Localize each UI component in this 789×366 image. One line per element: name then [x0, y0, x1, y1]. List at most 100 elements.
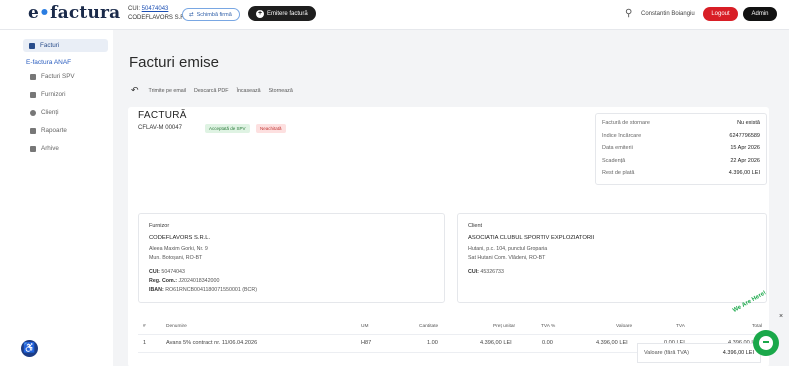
summary-value: 15 Apr 2026: [730, 145, 760, 152]
cell-value: 4.396,00 LEI: [596, 340, 628, 346]
summary-row: Scadență 22 Apr 2026: [602, 155, 760, 168]
total-label: Valoare (fără TVA): [644, 350, 689, 356]
client-cui: CUI: 45326733: [468, 268, 756, 277]
client-address-2: Sat Hutani Com. Vlădeni, RO-BT: [468, 255, 546, 261]
summary-label: Indice încărcare: [602, 132, 642, 139]
accessibility-button[interactable]: ♿: [21, 340, 38, 357]
suppliers-icon: [30, 91, 36, 98]
clients-icon: [30, 109, 36, 116]
change-company-button[interactable]: ⇄ Schimbă firmă: [182, 8, 240, 21]
sidebar-item-label: Facturi: [40, 42, 60, 49]
status-badge-spv: Acceptată de SPV: [205, 124, 250, 133]
plus-icon: +: [256, 9, 264, 18]
cui-value: 45326733: [480, 269, 504, 275]
collect-button[interactable]: Încasează: [236, 88, 260, 94]
cell-description: Avans 5% contract nr. 11/06.04.2026: [166, 340, 258, 346]
invoice-summary: Factură de stornare Nu există Indice încă…: [595, 113, 767, 185]
chat-icon: [759, 336, 773, 350]
reg-value: J2024018342000: [178, 278, 220, 284]
sidebar-item-label: Furnizori: [41, 91, 66, 98]
sidebar-section-efactura[interactable]: E-factura ANAF: [26, 59, 71, 66]
cui-label: CUI:: [149, 269, 160, 275]
summary-label: Scadență: [602, 157, 626, 164]
cell-unit: H87: [361, 340, 372, 346]
change-company-label: Schimbă firmă: [196, 11, 232, 18]
client-heading: Client: [468, 223, 483, 229]
page-title: Facturi emise: [129, 54, 220, 71]
logo-text: factura: [50, 3, 121, 23]
logo-dot: •: [39, 3, 51, 23]
supplier-box: Furnizor CODEFLAVORS S.R.L. Aleea Maxim …: [138, 213, 445, 303]
client-name: ASOCIATIA CLUBUL SPORTIV EXPLOZIATORII: [468, 235, 595, 241]
summary-row: Rest de plată 4.396,00 LEI: [602, 167, 760, 180]
iban-label: IBAN:: [149, 287, 164, 293]
swap-icon: ⇄: [189, 11, 194, 18]
chat-close-button[interactable]: ×: [779, 313, 783, 320]
supplier-name: CODEFLAVORS S.R.L.: [149, 235, 211, 241]
spv-icon: [30, 73, 36, 80]
col-header: Cantitate: [419, 324, 439, 329]
reports-icon: [30, 127, 36, 134]
supplier-heading: Furnizor: [149, 223, 170, 229]
main-content: Facturi emise ↶ Trimite pe email Descarc…: [113, 30, 789, 366]
sidebar-item-facturi-spv[interactable]: Facturi SPV: [24, 70, 75, 83]
cell-quantity: 1.00: [427, 340, 438, 346]
total-without-vat: Valoare (fără TVA) 4.396,00 LEI: [637, 343, 761, 363]
archive-icon: [30, 145, 36, 152]
sidebar-item-label: Rapoarte: [41, 127, 67, 134]
cell-vat-rate: 0.00: [542, 340, 553, 346]
invoice-actions: ↶ Trimite pe email Descarcă PDF Încaseaz…: [131, 85, 293, 96]
accessibility-icon: ♿: [23, 343, 36, 354]
cell-unit-price: 4.396,00 LEI: [480, 340, 512, 346]
summary-row: Indice încărcare 6247796589: [602, 130, 760, 143]
client-box: Client ASOCIATIA CLUBUL SPORTIV EXPLOZIA…: [457, 213, 767, 303]
invoice-number: CFLAV-M 00047: [138, 125, 182, 131]
col-header: Total: [752, 324, 763, 329]
total-value: 4.396,00 LEI: [722, 350, 754, 356]
sidebar-item-label: Arhive: [41, 145, 59, 152]
summary-value: 4.396,00 LEI: [728, 170, 760, 177]
sidebar-item-facturi[interactable]: Facturi: [23, 39, 108, 52]
chat-button[interactable]: [753, 330, 779, 356]
logout-button[interactable]: Logout: [703, 7, 738, 21]
invoice-card: FACTURĂ CFLAV-M 00047 Acceptată de SPV N…: [128, 107, 769, 366]
summary-value: Nu există: [737, 120, 760, 127]
sidebar-item-label: Clienți: [41, 109, 59, 116]
send-email-button[interactable]: Trimite pe email: [149, 88, 186, 94]
sidebar-item-clienti[interactable]: Clienți: [24, 106, 59, 119]
download-pdf-button[interactable]: Descarcă PDF: [194, 88, 228, 94]
iban-value: RO61RNCB0041180071550001 (BCR): [165, 287, 257, 293]
reg-label: Reg. Com.:: [149, 278, 177, 284]
summary-value: 22 Apr 2026: [730, 157, 760, 164]
summary-row: Data emiterii 15 Apr 2026: [602, 142, 760, 155]
cui-link[interactable]: 50474043: [142, 6, 169, 12]
supplier-address-2: Mun. Botoșani, RO-BT: [149, 255, 203, 261]
user-name[interactable]: Constantin Boiangiu: [641, 11, 695, 17]
supplier-address-1: Aleea Maxim Gorki, Nr. 9: [149, 246, 208, 252]
status-badge-payment: Neachitată: [256, 124, 286, 133]
sidebar-item-rapoarte[interactable]: Rapoarte: [24, 124, 67, 137]
cell-index: 1: [143, 340, 147, 346]
summary-value: 6247796589: [729, 132, 760, 139]
admin-button[interactable]: Admin: [743, 7, 777, 21]
col-header: Preț unitar: [493, 324, 516, 329]
table-header: # Denumire UM Cantitate Preț unitar TVA …: [138, 319, 766, 335]
summary-label: Data emiterii: [602, 145, 633, 152]
logo[interactable]: e•factura: [28, 3, 120, 23]
summary-label: Factură de stornare: [602, 120, 650, 127]
invoice-icon: [29, 42, 35, 49]
sidebar-item-furnizori[interactable]: Furnizori: [24, 88, 66, 101]
sidebar-item-arhive[interactable]: Arhive: [24, 142, 59, 155]
client-address-1: Hutani, p.c. 104, punctul Groparia: [468, 246, 548, 252]
top-bar: e•factura CUI: 50474043 CODEFLAVORS S.R.…: [0, 0, 789, 30]
supplier-reg: Reg. Com.: J2024018342000: [149, 277, 434, 286]
reverse-button[interactable]: Stornează: [269, 88, 293, 94]
col-header: Valoare: [616, 324, 633, 329]
summary-row: Factură de stornare Nu există: [602, 117, 760, 130]
cui-label: CUI:: [468, 269, 479, 275]
summary-label: Rest de plată: [602, 170, 635, 177]
cui-value: 50474043: [161, 269, 185, 275]
emit-invoice-button[interactable]: + Emitere factură: [248, 6, 316, 21]
col-header: #: [143, 324, 146, 329]
back-icon[interactable]: ↶: [131, 85, 139, 96]
